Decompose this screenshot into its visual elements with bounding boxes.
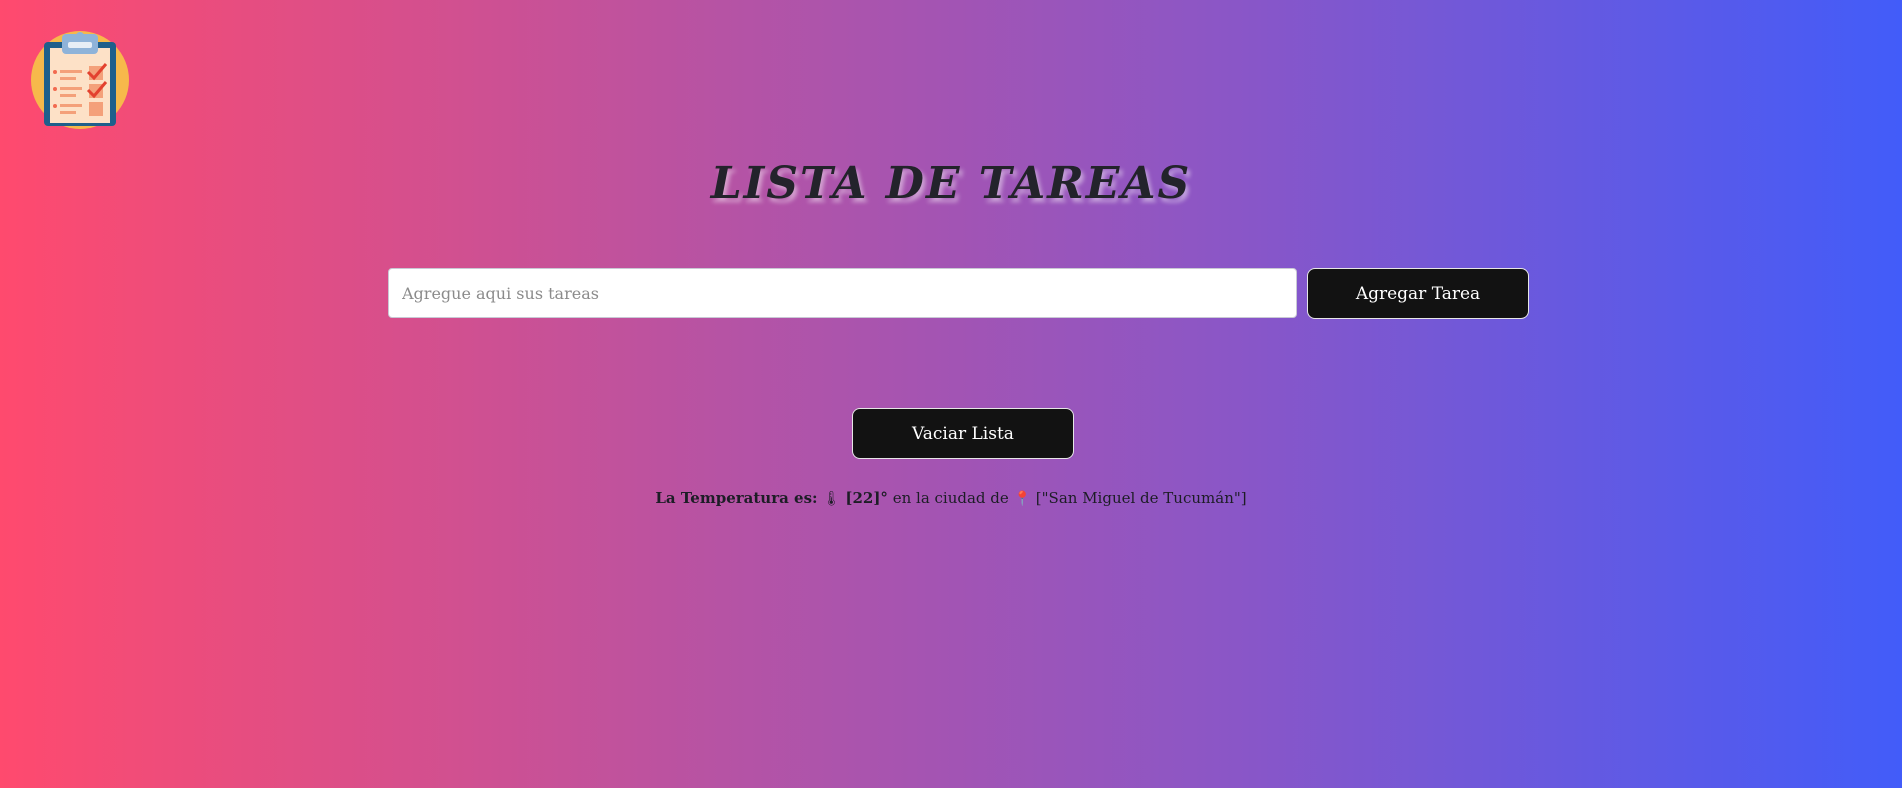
- clear-list-button[interactable]: Vaciar Lista: [852, 408, 1074, 459]
- temperature-value: [22]°: [845, 489, 888, 507]
- weather-prefix: La Temperatura es:: [655, 489, 823, 507]
- add-task-button[interactable]: Agregar Tarea: [1307, 268, 1529, 319]
- task-input[interactable]: [388, 268, 1297, 318]
- location-pin-icon: 📍: [1013, 491, 1032, 507]
- clipboard-checklist-icon: [30, 30, 130, 130]
- page-title: LISTA DE TAREAS: [710, 158, 1192, 209]
- city-name: ["San Miguel de Tucumán"]: [1035, 489, 1247, 507]
- city-prefix: en la ciudad de: [892, 489, 1009, 507]
- thermometer-icon: 🌡: [822, 491, 841, 507]
- weather-info: La Temperatura es: 🌡 [22]° en la ciudad …: [0, 489, 1902, 507]
